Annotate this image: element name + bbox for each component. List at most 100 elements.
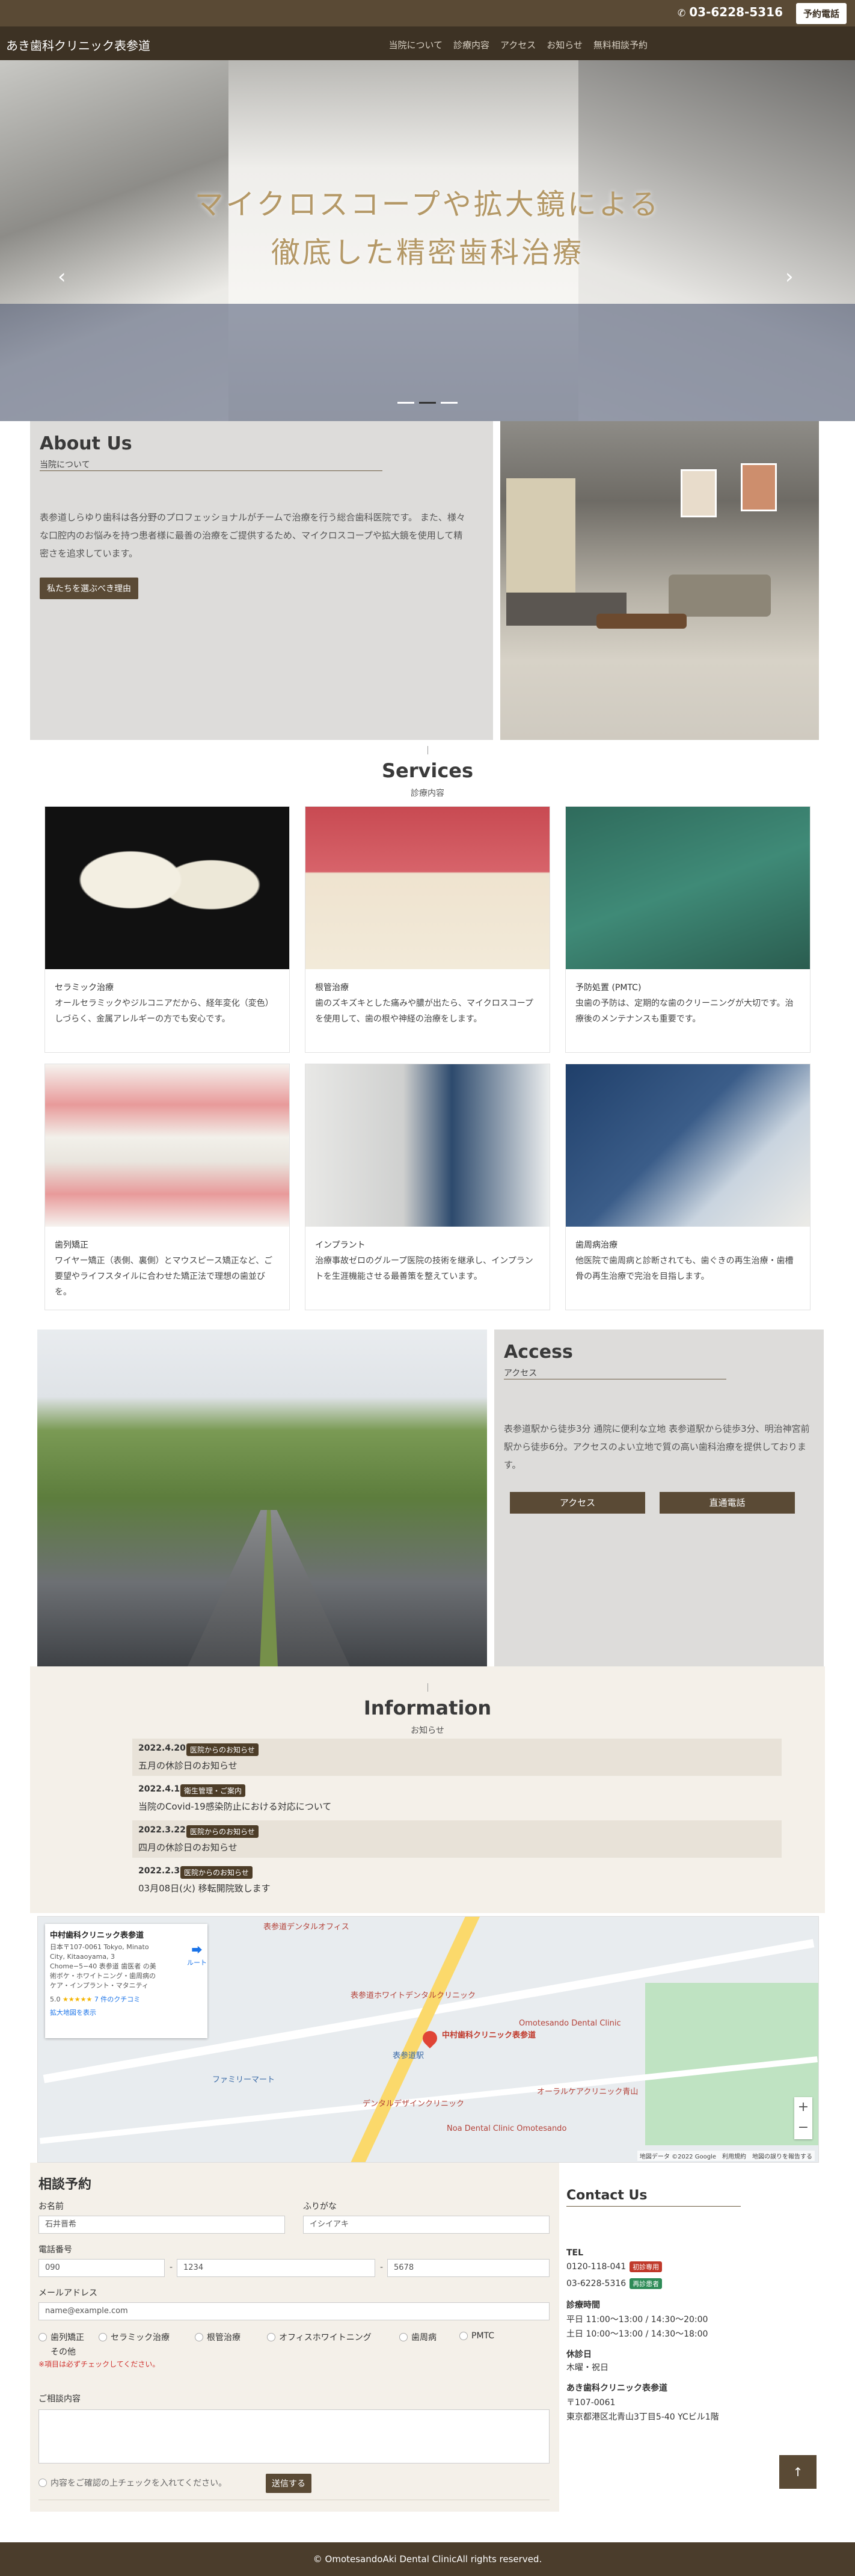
tel-input-1[interactable]: 090 bbox=[38, 2259, 165, 2277]
tel-dash: - bbox=[380, 2263, 384, 2272]
about-section: About Us 当院について 表参道しらゆり歯科は各分野のプロフェッショナルが… bbox=[30, 421, 493, 740]
tel-first-visit[interactable]: 0120-118-041 初診専用 bbox=[566, 2261, 663, 2272]
submit-button[interactable]: 送信する bbox=[266, 2474, 311, 2493]
option-label: 根管治療 bbox=[207, 2333, 241, 2343]
service-card-orthodontics[interactable]: 歯列矯正 ワイヤー矯正（表側、裏側）とマウスピース矯正など、ご要望やライフスタイ… bbox=[44, 1064, 290, 1310]
email-input[interactable]: name@example.com bbox=[38, 2302, 550, 2320]
about-divider bbox=[40, 470, 382, 471]
service-card-root-canal[interactable]: 根管治療 歯のズキズキとした痛みや膿が出たら、マイクロスコープを使用して、歯の根… bbox=[305, 806, 550, 1053]
hero-prev-arrow-icon[interactable]: ‹ bbox=[58, 265, 66, 289]
map-pin-label: 中村歯科クリニック表参道 bbox=[442, 2031, 536, 2040]
photo-art-2 bbox=[741, 463, 777, 511]
periodontal-treatment-photo bbox=[566, 1064, 810, 1227]
site-brand[interactable]: あき歯科クリニック表参道 bbox=[6, 36, 150, 54]
form-title: 相談予約 bbox=[38, 2177, 92, 2192]
google-map[interactable]: 表参道デンタルオフィス 表参道ホワイトデンタルクリニック Omotesando … bbox=[37, 1916, 819, 2163]
zoom-in-icon[interactable]: + bbox=[794, 2097, 812, 2118]
services-subtitle: 診療内容 bbox=[411, 789, 444, 798]
hero-headline-line1: マイクロスコープや拡大鏡による bbox=[194, 188, 661, 221]
hero-dot-2[interactable] bbox=[419, 402, 436, 404]
radio-circle bbox=[459, 2332, 468, 2340]
map-larger-link[interactable]: 拡大地図を表示 bbox=[50, 2007, 203, 2017]
map-reviews-link[interactable]: 7 件のクチコミ bbox=[94, 1995, 141, 2003]
checkbox-box bbox=[38, 2479, 47, 2487]
information-subtitle: お知らせ bbox=[411, 1726, 444, 1736]
hero-slider: マイクロスコープや拡大鏡による 徹底した精密歯科治療 ‹ › bbox=[0, 60, 855, 421]
map-directions-button[interactable]: ⮕ ルート bbox=[187, 1942, 207, 1967]
first-visit-badge: 初診専用 bbox=[630, 2261, 663, 2272]
tel-label: 電話番号 bbox=[38, 2245, 72, 2255]
star-icon: ★★★★★ bbox=[63, 1995, 93, 2003]
direct-phone-button[interactable]: 直通電話 bbox=[660, 1492, 795, 1514]
tel-input-2[interactable]: 1234 bbox=[177, 2259, 375, 2277]
directions-icon: ⮕ bbox=[191, 1944, 203, 1957]
message-textarea[interactable] bbox=[38, 2409, 550, 2464]
zoom-out-icon[interactable]: − bbox=[794, 2118, 812, 2138]
option-pmtc[interactable]: PMTC bbox=[459, 2331, 494, 2341]
cleaning-tool-photo bbox=[566, 807, 810, 969]
news-item[interactable]: 2022.3.22 医院からのお知らせ 四月の休診日のお知らせ bbox=[132, 1820, 782, 1858]
braces-photo bbox=[45, 1064, 289, 1227]
nav-item-access[interactable]: アクセス bbox=[500, 39, 536, 51]
tel-input-3[interactable]: 5678 bbox=[387, 2259, 550, 2277]
map-directions-label: ルート bbox=[187, 1959, 207, 1967]
option-whitening[interactable]: オフィスホワイトニング bbox=[267, 2331, 372, 2343]
contact-section: Contact Us TEL 0120-118-041 初診専用 03-6228-… bbox=[559, 2163, 825, 2512]
news-item[interactable]: 2022.2.3 医院からのお知らせ 03月08日(火) 移転開院致します bbox=[132, 1861, 782, 1899]
hero-dot-1[interactable] bbox=[397, 402, 414, 404]
option-root-canal[interactable]: 根管治療 bbox=[195, 2331, 241, 2343]
phone-icon: ✆ bbox=[677, 7, 686, 19]
map-place-name: 中村歯科クリニック表参道 bbox=[50, 1931, 144, 1940]
service-card-implant[interactable]: インプラント 治療事故ゼロのグループ医院の技術を継承し、インプラントを生涯機能さ… bbox=[305, 1064, 550, 1310]
email-label: メールアドレス bbox=[38, 2288, 97, 2298]
news-category-badge: 医院からのお知らせ bbox=[180, 1866, 253, 1879]
hours-weekday: 平日 11:00〜13:00 / 14:30〜20:00 bbox=[566, 2315, 708, 2325]
news-date: 2022.4.20 bbox=[138, 1743, 186, 1753]
tel-returning[interactable]: 03-6228-5316 再診患者 bbox=[566, 2278, 663, 2289]
news-title: 五月の休診日のお知らせ bbox=[138, 1760, 238, 1771]
service-desc: 虫歯の予防は、定期的な歯のクリーニングが大切です。治療後のメンテナンスも重要です… bbox=[575, 999, 794, 1024]
nav-item-about[interactable]: 当院について bbox=[388, 39, 443, 51]
radio-circle bbox=[38, 2333, 47, 2341]
option-ceramic[interactable]: セラミック治療 bbox=[99, 2331, 170, 2343]
nav-item-news[interactable]: お知らせ bbox=[547, 39, 583, 51]
closed-days: 木曜・祝日 bbox=[566, 2363, 608, 2373]
name-input[interactable]: 石井晋希 bbox=[38, 2216, 285, 2234]
option-label: オフィスホワイトニング bbox=[279, 2333, 372, 2343]
service-title: 予防処置 (PMTC) bbox=[575, 983, 642, 993]
services-title: Services bbox=[381, 759, 474, 782]
news-item[interactable]: 2022.4.1 衛生管理・ご案内 当院のCovid-19感染防止における対応に… bbox=[132, 1779, 782, 1817]
nav-item-services[interactable]: 診療内容 bbox=[453, 39, 489, 51]
access-button[interactable]: アクセス bbox=[510, 1492, 645, 1514]
option-label: 歯列矯正 bbox=[51, 2333, 84, 2343]
returning-badge: 再診患者 bbox=[630, 2278, 663, 2289]
reserve-phone-button[interactable]: 予約電話 bbox=[795, 3, 847, 24]
header-phone-link[interactable]: ✆ 03-6228-5316 bbox=[678, 5, 783, 19]
service-card-pmtc[interactable]: 予防処置 (PMTC) 虫歯の予防は、定期的な歯のクリーニングが大切です。治療後… bbox=[565, 806, 811, 1053]
option-label: その他 bbox=[51, 2347, 76, 2357]
service-card-periodontal[interactable]: 歯周病治療 他医院で歯周病と診断されても、歯ぐきの再生治療・歯槽骨の再生治療で完… bbox=[565, 1064, 811, 1310]
map-credits[interactable]: 地図データ ©2022 Google 利用規約 地図の誤りを報告する bbox=[637, 2151, 815, 2161]
nav-item-consult[interactable]: 無料相談予約 bbox=[593, 39, 648, 51]
tel-number: 03-6228-5316 bbox=[566, 2279, 627, 2288]
why-choose-us-button[interactable]: 私たちを選ぶべき理由 bbox=[40, 578, 138, 599]
back-to-top-arrow-icon[interactable]: ↑ bbox=[779, 2455, 817, 2489]
hero-dot-3[interactable] bbox=[441, 402, 458, 404]
news-item[interactable]: 2022.4.20 医院からのお知らせ 五月の休診日のお知らせ bbox=[132, 1739, 782, 1776]
news-date: 2022.4.1 bbox=[138, 1784, 180, 1794]
agree-checkbox[interactable]: 内容をご確認の上チェックを入れてください。 bbox=[38, 2477, 227, 2489]
news-category-badge: 医院からのお知らせ bbox=[186, 1743, 259, 1756]
map-label: ファミリーマート bbox=[212, 2075, 275, 2085]
photo-door bbox=[506, 478, 575, 605]
map-rating-value: 5.0 bbox=[50, 1995, 61, 2003]
map-place-address: 日本〒107-0061 Tokyo, Minato City, Kitaaoya… bbox=[50, 1943, 156, 1989]
option-orthodontics[interactable]: 歯列矯正 bbox=[38, 2331, 84, 2343]
service-card-ceramic[interactable]: セラミック治療 オールセラミックやジルコニアだから、経年変化（変色）しづらく、金… bbox=[44, 806, 290, 1053]
option-periodontal[interactable]: 歯周病 bbox=[399, 2331, 437, 2343]
option-other[interactable]: その他 bbox=[38, 2346, 76, 2358]
access-title: Access bbox=[504, 1342, 573, 1363]
kana-input[interactable]: イシイアキ bbox=[303, 2216, 550, 2234]
hero-next-arrow-icon[interactable]: › bbox=[785, 265, 794, 289]
map-label: Noa Dental Clinic Omotesando bbox=[447, 2124, 567, 2133]
service-title: インプラント bbox=[315, 1240, 366, 1250]
